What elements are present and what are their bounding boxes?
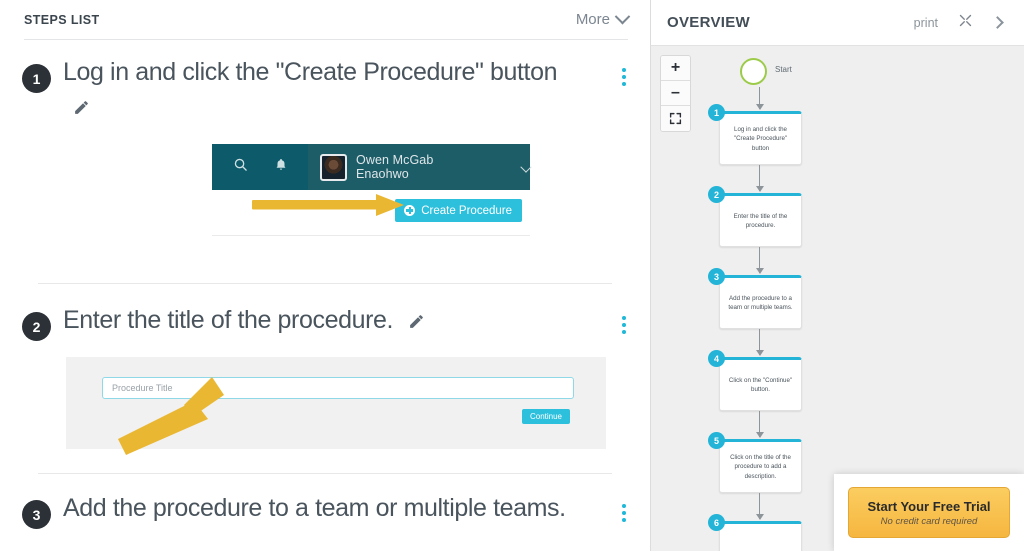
zoom-out-button[interactable]: – xyxy=(661,81,690,106)
flow-node-number: 3 xyxy=(708,268,725,285)
expand-arrows-icon[interactable] xyxy=(958,13,973,33)
plus-circle-icon xyxy=(404,205,416,216)
step-options-menu-3[interactable] xyxy=(622,504,626,522)
flow-node-number: 1 xyxy=(708,104,725,121)
flow-node-6[interactable]: 6 xyxy=(708,514,802,551)
flow-node-text: Log in and click the "Create Procedure" … xyxy=(733,126,788,152)
continue-button[interactable]: Continue xyxy=(521,409,570,424)
mock-app-navbar: Owen McGab Enaohwo xyxy=(212,144,532,190)
flow-node-4[interactable]: 4 Click on the "Continue" button. xyxy=(708,350,802,411)
flow-node-5[interactable]: 5 Click on the title of the procedure to… xyxy=(708,432,802,493)
edit-pencil-icon-1[interactable] xyxy=(73,99,628,121)
page-title: STEPS LIST xyxy=(24,12,100,27)
flow-node-text: Add the procedure to a team or multiple … xyxy=(728,294,793,311)
create-procedure-button[interactable]: Create Procedure xyxy=(395,199,522,222)
mock-app-body: Create Procedure xyxy=(212,190,530,236)
flow-node-number: 6 xyxy=(708,514,725,531)
search-icon[interactable] xyxy=(233,157,248,177)
flowchart-canvas[interactable]: + – Start 1 Log in and click the "Create… xyxy=(651,46,1024,551)
chevron-down-icon xyxy=(614,8,631,25)
flow-node-3[interactable]: 3 Add the procedure to a team or multipl… xyxy=(708,268,802,329)
step-number-badge: 2 xyxy=(22,312,51,341)
flow-connector xyxy=(754,87,766,110)
user-name: Owen McGab Enaohwo xyxy=(356,153,434,181)
flow-node-2[interactable]: 2 Enter the title of the procedure. xyxy=(708,186,802,247)
navbar-user-menu[interactable]: Owen McGab Enaohwo xyxy=(308,144,532,190)
flow-connector xyxy=(754,247,766,274)
step-number-badge: 1 xyxy=(22,64,51,93)
procedure-title-input[interactable]: Procedure Title xyxy=(102,377,574,399)
overview-header: OVERVIEW print xyxy=(651,0,1024,46)
fit-to-screen-button[interactable] xyxy=(661,106,690,131)
flow-node-text: Click on the "Continue" button. xyxy=(728,376,793,393)
more-label: More xyxy=(575,11,610,28)
step-options-menu-2[interactable] xyxy=(622,316,626,334)
zoom-controls: + – xyxy=(660,55,691,132)
bell-icon[interactable] xyxy=(274,157,288,177)
step-block-3: 3 Add the procedure to a team or multipl… xyxy=(0,474,650,529)
more-dropdown[interactable]: More xyxy=(575,8,631,28)
free-trial-popup: Start Your Free Trial No credit card req… xyxy=(834,474,1024,551)
flow-start-node[interactable] xyxy=(740,58,767,85)
chevron-down-icon xyxy=(520,161,532,173)
zoom-in-button[interactable]: + xyxy=(661,56,690,81)
overview-title: OVERVIEW xyxy=(667,14,750,31)
flow-node-number: 5 xyxy=(708,432,725,449)
app-root: STEPS LIST More 1 Log in and click the "… xyxy=(0,0,1024,551)
chevron-right-icon[interactable] xyxy=(991,16,1004,29)
steps-list-header: STEPS LIST More xyxy=(24,0,631,40)
overview-actions: print xyxy=(914,13,1004,33)
flow-start-label: Start xyxy=(775,65,792,74)
start-free-trial-label: Start Your Free Trial xyxy=(867,498,991,514)
step-title-text: Enter the title of the procedure. xyxy=(63,306,394,334)
step-block-1: 1 Log in and click the "Create Procedure… xyxy=(0,40,650,261)
create-procedure-label: Create Procedure xyxy=(421,204,512,217)
edit-pencil-icon-2[interactable] xyxy=(408,308,425,338)
step-title: Log in and click the "Create Procedure" … xyxy=(63,58,558,86)
steps-list-pane: STEPS LIST More 1 Log in and click the "… xyxy=(0,0,650,551)
step-headline-2: 2 Enter the title of the procedure. xyxy=(22,306,628,341)
step-headline-1: 1 Log in and click the "Create Procedure… xyxy=(22,58,628,93)
step-title: Add the procedure to a team or multiple … xyxy=(63,494,566,522)
flow-connector xyxy=(754,411,766,438)
flow-node-number: 4 xyxy=(708,350,725,367)
print-button[interactable]: print xyxy=(914,16,938,30)
flow-connector xyxy=(754,165,766,192)
step-title: Enter the title of the procedure. xyxy=(63,306,425,338)
avatar xyxy=(320,153,347,181)
flow-node-text: Enter the title of the procedure. xyxy=(733,212,788,229)
step-1-screenshot: Owen McGab Enaohwo Create Procedure xyxy=(22,141,628,261)
start-free-trial-button[interactable]: Start Your Free Trial No credit card req… xyxy=(848,487,1010,538)
flow-node-number: 2 xyxy=(708,186,725,203)
step-number-badge: 3 xyxy=(22,500,51,529)
flow-node-1[interactable]: 1 Log in and click the "Create Procedure… xyxy=(708,104,802,165)
flow-connector xyxy=(754,329,766,356)
step-2-screenshot: Procedure Title Continue xyxy=(66,357,606,455)
no-credit-card-label: No credit card required xyxy=(880,515,978,527)
flow-node-text: Click on the title of the procedure to a… xyxy=(730,454,791,480)
overview-pane: OVERVIEW print + – Start 1 Log in and cl… xyxy=(650,0,1024,551)
step-block-2: 2 Enter the title of the procedure. Proc… xyxy=(0,284,650,455)
navbar-icon-group xyxy=(212,144,308,190)
step-options-menu-1[interactable] xyxy=(622,68,626,86)
flow-connector xyxy=(754,493,766,520)
step-headline-3: 3 Add the procedure to a team or multipl… xyxy=(22,494,628,529)
